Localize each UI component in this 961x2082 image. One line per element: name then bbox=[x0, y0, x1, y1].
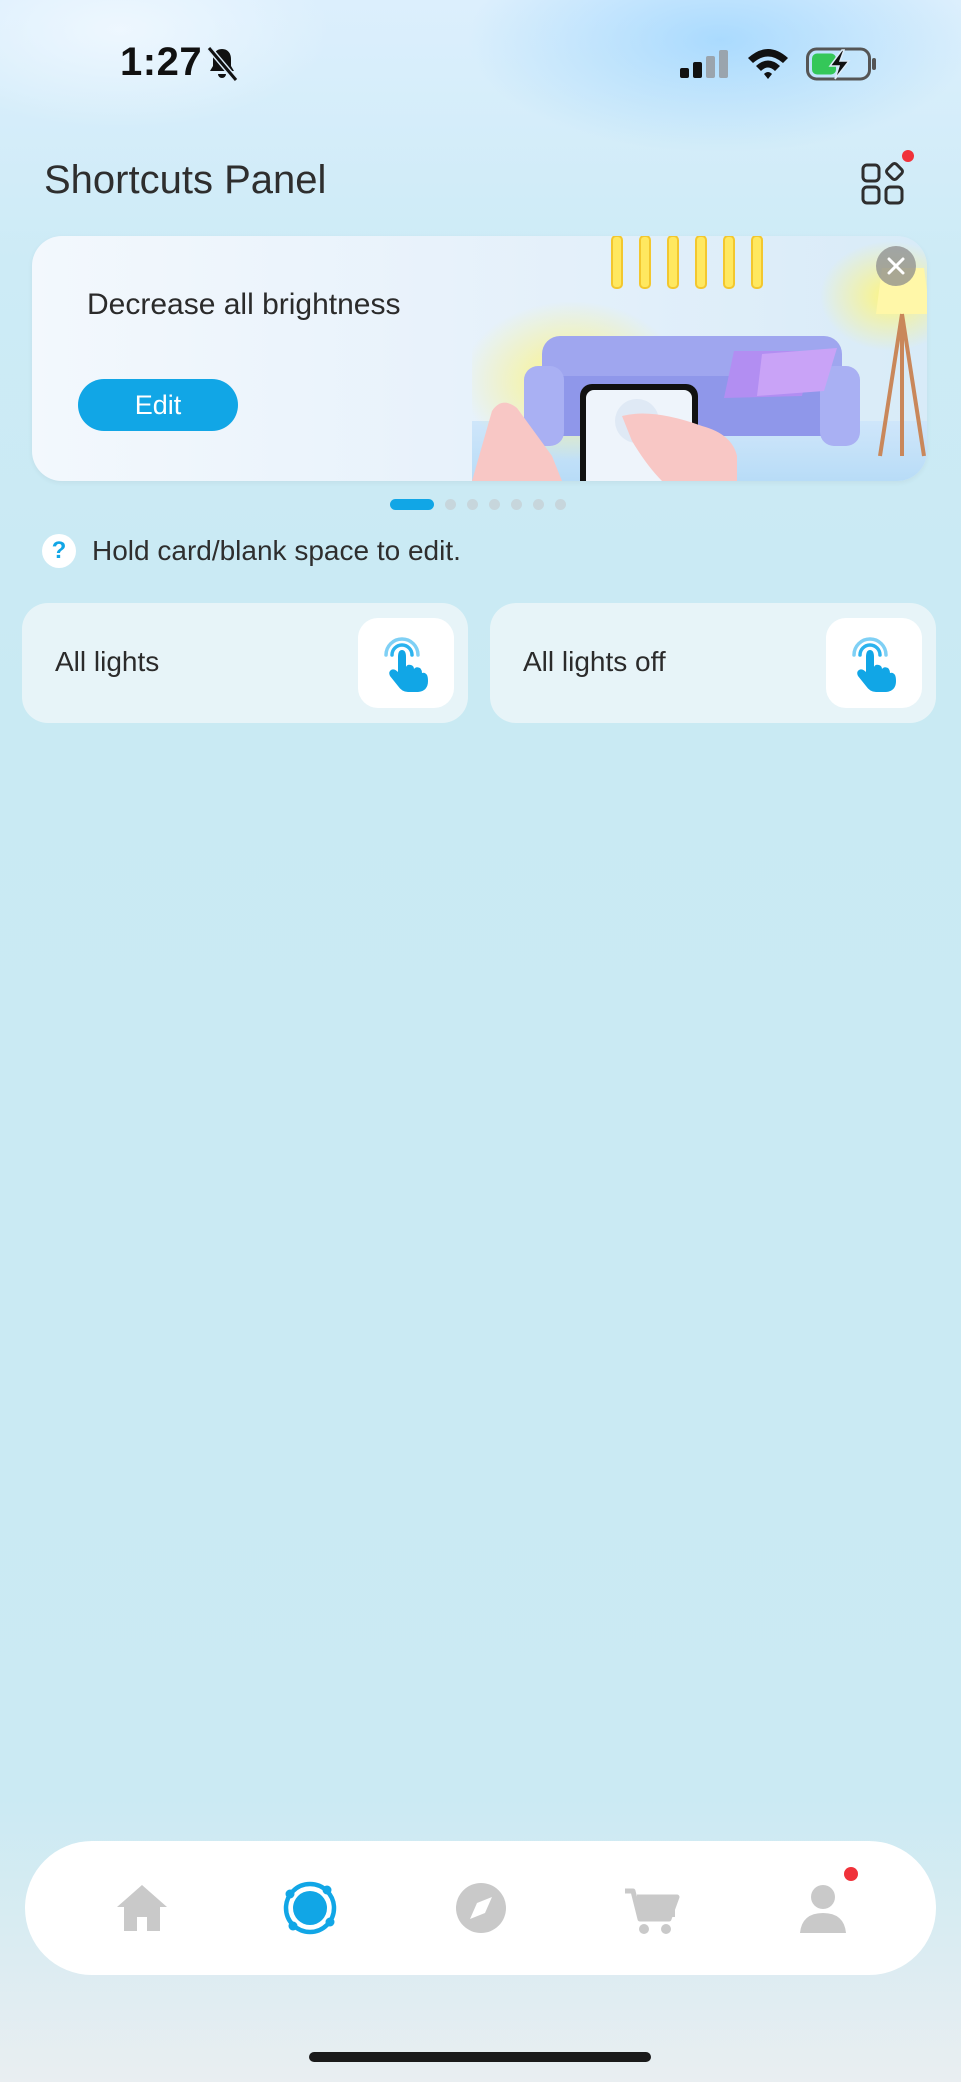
banner-title: Decrease all brightness bbox=[87, 288, 401, 321]
edit-button[interactable]: Edit bbox=[78, 379, 238, 431]
pager-dot bbox=[467, 498, 478, 510]
nav-shop[interactable] bbox=[621, 1877, 683, 1939]
home-icon bbox=[117, 1885, 167, 1931]
banner-close-button[interactable] bbox=[876, 246, 916, 286]
pager-dot bbox=[511, 498, 522, 510]
nav-profile[interactable] bbox=[792, 1867, 858, 1939]
pager-dot bbox=[555, 498, 566, 510]
shortcut-card-all-lights-off[interactable]: All lights off bbox=[490, 603, 936, 723]
profile-notification-dot bbox=[844, 1867, 858, 1881]
pager-dot bbox=[445, 498, 456, 510]
wifi-icon bbox=[748, 49, 788, 79]
nav-discover[interactable] bbox=[450, 1877, 512, 1939]
shortcut-label: All lights off bbox=[523, 646, 666, 677]
bottom-nav bbox=[25, 1841, 936, 1975]
nav-shortcuts[interactable] bbox=[279, 1877, 341, 1939]
scene-ring-icon bbox=[283, 1881, 337, 1935]
widgets-button[interactable] bbox=[858, 150, 914, 210]
pager-dot bbox=[533, 498, 544, 510]
hint-text: Hold card/blank space to edit. bbox=[92, 535, 461, 566]
cart-icon bbox=[625, 1888, 680, 1934]
living-room-illustration bbox=[472, 236, 927, 481]
help-icon[interactable]: ? bbox=[42, 534, 76, 568]
shortcut-card-all-lights[interactable]: All lights bbox=[22, 603, 468, 723]
person-icon bbox=[800, 1885, 846, 1933]
notification-dot bbox=[902, 150, 914, 162]
pager-dot-active bbox=[390, 498, 434, 510]
grid-widgets-icon bbox=[861, 162, 904, 205]
close-icon bbox=[887, 257, 905, 275]
tap-hand-icon bbox=[384, 637, 428, 692]
compass-icon bbox=[456, 1883, 506, 1933]
pager-dot bbox=[489, 498, 500, 510]
shortcut-label: All lights bbox=[55, 646, 160, 677]
home-indicator bbox=[309, 2052, 651, 2062]
tap-hand-icon bbox=[852, 637, 896, 692]
status-bar: 1:27 bbox=[0, 0, 961, 120]
battery-charging-icon bbox=[806, 47, 876, 81]
banner-pager bbox=[390, 498, 566, 510]
cellular-signal-icon bbox=[680, 50, 728, 78]
status-time: 1:27 bbox=[120, 40, 203, 84]
page-title: Shortcuts Panel bbox=[44, 158, 327, 202]
bell-off-icon bbox=[206, 46, 239, 82]
promo-banner[interactable]: Decrease all brightness Edit bbox=[32, 236, 927, 481]
shortcut-run-button[interactable] bbox=[826, 618, 922, 708]
edit-hint: ? Hold card/blank space to edit. bbox=[42, 534, 461, 568]
nav-home[interactable] bbox=[111, 1877, 173, 1939]
shortcut-run-button[interactable] bbox=[358, 618, 454, 708]
